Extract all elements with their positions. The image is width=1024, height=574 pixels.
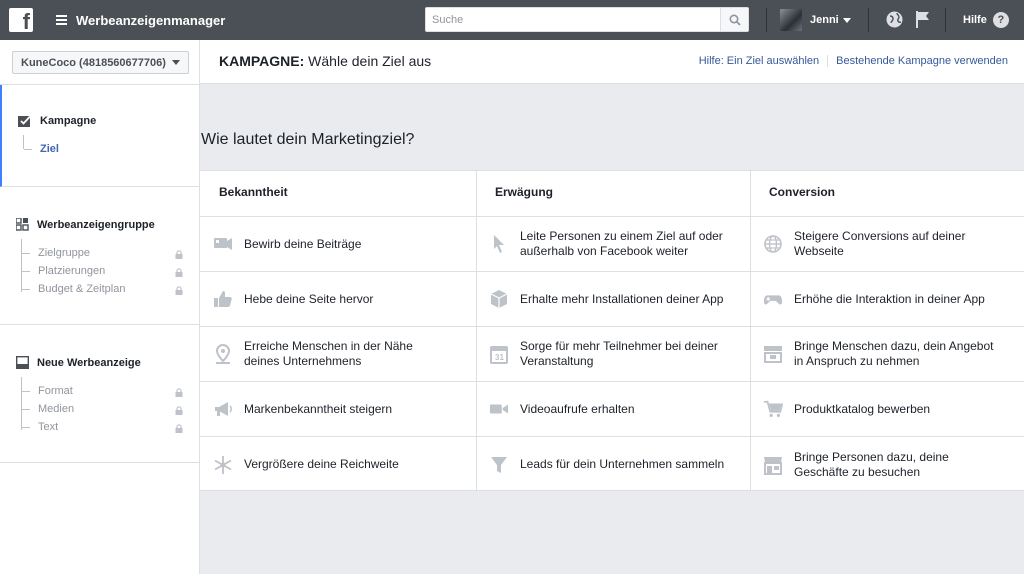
divider bbox=[766, 8, 767, 32]
search-box bbox=[425, 7, 749, 32]
account-selector[interactable]: KuneCoco (4818560677706) bbox=[12, 51, 189, 74]
step-title: Kampagne bbox=[18, 115, 96, 127]
divider bbox=[945, 8, 946, 32]
step-werbeanzeigengruppe[interactable]: Werbeanzeigengruppe Zielgruppe Platzieru… bbox=[0, 187, 199, 325]
cursor-icon bbox=[489, 234, 509, 254]
header-links: Hilfe: Ein Ziel auswählen Bestehende Kam… bbox=[699, 55, 1008, 67]
objective-reichweite[interactable]: Vergrößere deine Reichweite bbox=[200, 437, 476, 492]
campaign-header: KAMPAGNE: Wähle dein Ziel aus Hilfe: Ein… bbox=[200, 40, 1024, 84]
sidebar-item-text[interactable]: Text bbox=[22, 421, 58, 433]
sidebar-item-medien[interactable]: Medien bbox=[22, 403, 74, 415]
help-objective-link[interactable]: Hilfe: Ein Ziel auswählen bbox=[699, 55, 819, 67]
lock-icon bbox=[175, 286, 183, 295]
hamburger-menu-icon[interactable] bbox=[56, 15, 67, 25]
checkbox-checked-icon bbox=[18, 115, 31, 127]
objective-app-installationen[interactable]: Erhalte mehr Installationen deiner App bbox=[476, 272, 750, 327]
account-selector-wrap: KuneCoco (4818560677706) bbox=[0, 40, 199, 85]
sidebar: KuneCoco (4818560677706) Kampagne Ziel W… bbox=[0, 40, 200, 574]
objectives-table: Bekanntheit Bewirb deine Beiträge Hebe d… bbox=[200, 170, 1024, 491]
box-icon bbox=[489, 289, 509, 309]
funnel-icon bbox=[489, 455, 509, 475]
video-camera-icon bbox=[489, 399, 509, 419]
column-header: Conversion bbox=[750, 171, 1024, 217]
objective-conversions-webseite[interactable]: Steigere Conversions auf deiner Webseite bbox=[750, 217, 1024, 272]
lock-icon bbox=[175, 268, 183, 277]
thumbs-up-icon bbox=[213, 289, 233, 309]
offer-icon bbox=[763, 344, 783, 364]
game-controller-icon bbox=[763, 289, 783, 309]
objective-geschaefte[interactable]: Bringe Personen dazu, deine Geschäfte zu… bbox=[750, 437, 1024, 492]
ad-frame-icon bbox=[16, 356, 29, 369]
app-title[interactable]: Werbeanzeigenmanager bbox=[76, 13, 225, 28]
grid-icon bbox=[16, 218, 29, 231]
lock-icon bbox=[175, 406, 183, 415]
column-header: Erwägung bbox=[476, 171, 750, 217]
shopping-cart-icon bbox=[763, 399, 783, 419]
posts-icon bbox=[213, 234, 233, 254]
step-title: Neue Werbeanzeige bbox=[16, 356, 141, 369]
svg-text:31: 31 bbox=[495, 353, 504, 362]
help-label: Hilfe bbox=[963, 14, 987, 26]
megaphone-icon bbox=[213, 399, 233, 419]
sidebar-item-platzierungen[interactable]: Platzierungen bbox=[22, 265, 105, 277]
map-pin-icon bbox=[213, 344, 233, 364]
objective-seite-hervor[interactable]: Hebe deine Seite hervor bbox=[200, 272, 476, 327]
objective-menschen-naehe[interactable]: Erreiche Menschen in der Nähe deines Unt… bbox=[200, 327, 476, 382]
account-name: KuneCoco (4818560677706) bbox=[21, 56, 166, 69]
objective-videoaufrufe[interactable]: Videoaufrufe erhalten bbox=[476, 382, 750, 437]
marketing-objective-question: Wie lautet dein Marketingziel? bbox=[201, 131, 415, 148]
step-neue-werbeanzeige[interactable]: Neue Werbeanzeige Format Medien Text bbox=[0, 325, 199, 463]
globe-icon bbox=[763, 234, 783, 254]
page-title: KAMPAGNE: Wähle dein Ziel aus bbox=[219, 53, 432, 69]
search-input[interactable] bbox=[426, 8, 720, 31]
calendar-icon: 31 bbox=[489, 344, 509, 364]
objective-veranstaltung[interactable]: 31 Sorge für mehr Teilnehmer bei deiner … bbox=[476, 327, 750, 382]
sidebar-item-budget-zeitplan[interactable]: Budget & Zeitplan bbox=[22, 283, 125, 295]
objective-bewirb-beitraege[interactable]: Bewirb deine Beiträge bbox=[200, 217, 476, 272]
column-bekanntheit: Bekanntheit Bewirb deine Beiträge Hebe d… bbox=[200, 171, 476, 491]
avatar bbox=[780, 9, 802, 31]
user-menu[interactable]: Jenni bbox=[780, 9, 851, 31]
sidebar-item-format[interactable]: Format bbox=[22, 385, 73, 397]
column-header: Bekanntheit bbox=[200, 171, 476, 217]
storefront-icon bbox=[763, 455, 783, 475]
existing-campaign-link[interactable]: Bestehende Kampagne verwenden bbox=[836, 55, 1008, 67]
divider bbox=[868, 8, 869, 32]
user-name: Jenni bbox=[810, 14, 839, 26]
help-button[interactable]: Hilfe ? bbox=[963, 12, 1009, 28]
objective-produktkatalog[interactable]: Produktkatalog bewerben bbox=[750, 382, 1024, 437]
chevron-down-icon bbox=[171, 60, 180, 65]
flag-icon[interactable] bbox=[914, 10, 931, 29]
sidebar-item-ziel[interactable]: Ziel bbox=[24, 143, 59, 155]
snowflake-icon bbox=[213, 455, 233, 475]
lock-icon bbox=[175, 250, 183, 259]
column-erwaegung: Erwägung Leite Personen zu einem Ziel au… bbox=[476, 171, 750, 491]
top-bar: f Werbeanzeigenmanager Jenni Hilfe ? bbox=[0, 0, 1024, 40]
lock-icon bbox=[175, 388, 183, 397]
facebook-logo-icon[interactable]: f bbox=[9, 8, 33, 34]
question-mark-icon: ? bbox=[992, 12, 1009, 28]
step-kampagne[interactable]: Kampagne Ziel bbox=[0, 85, 199, 187]
column-conversion: Conversion Steigere Conversions auf dein… bbox=[750, 171, 1024, 491]
objective-leads[interactable]: Leads für dein Unternehmen sammeln bbox=[476, 437, 750, 492]
lock-icon bbox=[175, 424, 183, 433]
objective-app-interaktion[interactable]: Erhöhe die Interaktion in deiner App bbox=[750, 272, 1024, 327]
globe-notifications-icon[interactable] bbox=[885, 10, 904, 29]
search-icon bbox=[728, 13, 741, 26]
sidebar-item-zielgruppe[interactable]: Zielgruppe bbox=[22, 247, 90, 259]
chevron-down-icon bbox=[842, 17, 851, 23]
step-title: Werbeanzeigengruppe bbox=[16, 218, 155, 231]
search-button[interactable] bbox=[720, 8, 748, 31]
objective-angebot[interactable]: Bringe Menschen dazu, dein Angebot in An… bbox=[750, 327, 1024, 382]
objective-markenbekanntheit[interactable]: Markenbekanntheit steigern bbox=[200, 382, 476, 437]
objective-traffic[interactable]: Leite Personen zu einem Ziel auf oder au… bbox=[476, 217, 750, 272]
